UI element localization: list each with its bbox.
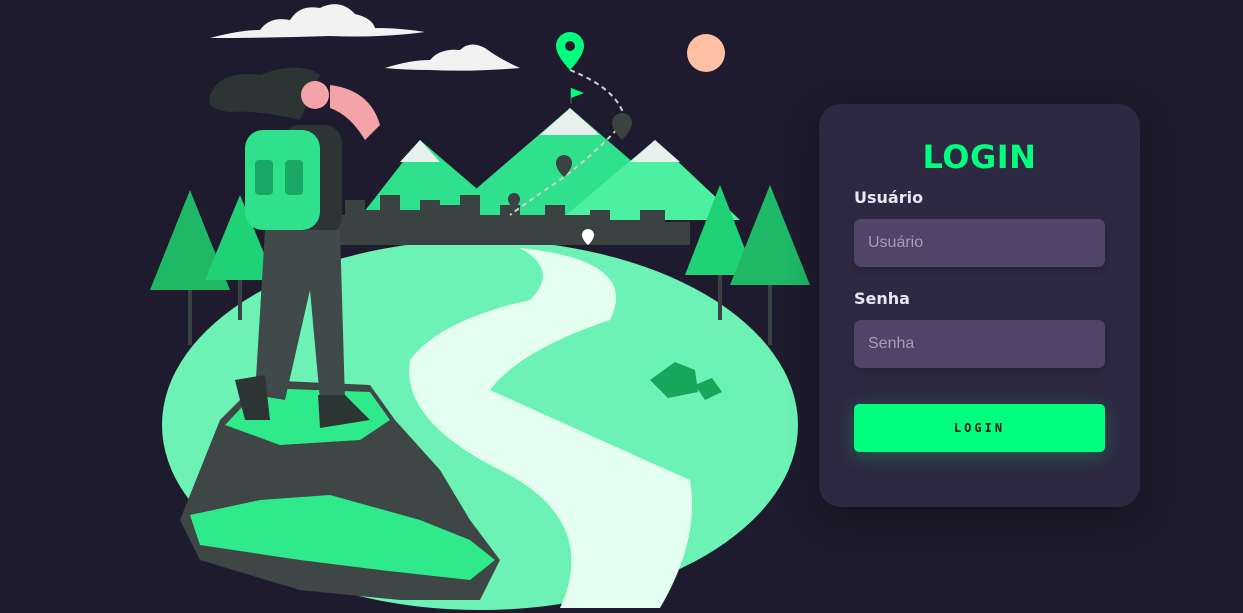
password-input[interactable]: [854, 320, 1105, 368]
login-button[interactable]: LOGIN: [854, 404, 1105, 452]
login-card: LOGIN Usuário Senha LOGIN: [819, 104, 1140, 507]
login-title: LOGIN: [922, 138, 1037, 176]
sun-icon: [687, 34, 725, 72]
flag-icon: [570, 88, 584, 104]
password-label: Senha: [854, 289, 910, 308]
hiker-illustration: [150, 4, 810, 610]
username-label: Usuário: [854, 188, 924, 207]
cloud-icon: [210, 4, 520, 71]
username-input[interactable]: [854, 219, 1105, 267]
